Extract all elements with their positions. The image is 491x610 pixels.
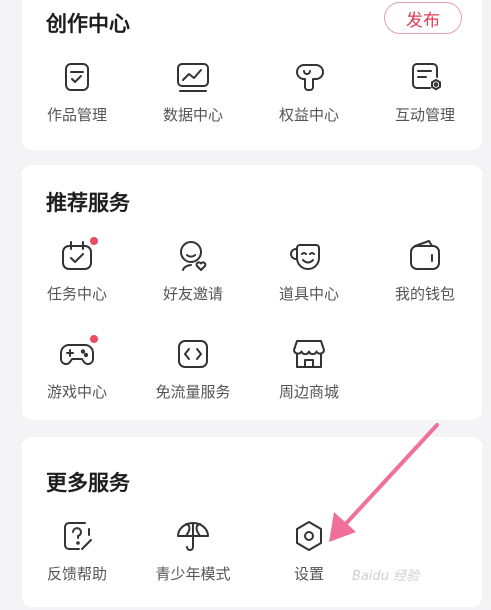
teen-mode-item[interactable]: 青少年模式 (138, 517, 248, 587)
props-center-label: 道具中心 (278, 285, 339, 303)
recommended-services-title: 推荐服务 (46, 191, 130, 215)
interaction-manage-icon (406, 58, 444, 96)
merch-store-label: 周边商城 (278, 383, 339, 401)
props-mask-icon (290, 237, 328, 275)
game-center-item[interactable]: 游戏中心 (22, 335, 132, 405)
interaction-manage-item[interactable]: 互动管理 (370, 58, 480, 128)
baidu-watermark: Baidu 经验 (352, 569, 420, 584)
invite-friend-item[interactable]: 好友邀请 (138, 237, 248, 307)
creation-center-card: 创作中心 发布 作品管理 数据中心 权益中心 互动管理 (22, 0, 482, 150)
free-data-icon (174, 335, 212, 373)
benefits-center-item[interactable]: 权益中心 (254, 58, 364, 128)
data-center-item[interactable]: 数据中心 (138, 58, 248, 128)
task-badge-dot (90, 237, 98, 245)
more-services-title: 更多服务 (46, 471, 130, 495)
umbrella-icon (174, 517, 212, 555)
free-data-service-label: 免流量服务 (155, 383, 231, 401)
data-center-label: 数据中心 (162, 106, 223, 124)
store-icon (290, 335, 328, 373)
free-data-service-item[interactable]: 免流量服务 (138, 335, 248, 405)
data-chart-icon (174, 58, 212, 96)
feedback-help-icon (58, 517, 96, 555)
creation-center-title: 创作中心 (46, 12, 130, 36)
settings-hexagon-icon (290, 517, 328, 555)
interaction-manage-label: 互动管理 (394, 106, 455, 124)
wallet-item[interactable]: 我的钱包 (370, 237, 480, 307)
task-calendar-icon (58, 237, 98, 275)
merch-store-item[interactable]: 周边商城 (254, 335, 364, 405)
wallet-label: 我的钱包 (394, 285, 455, 303)
works-manage-item[interactable]: 作品管理 (22, 58, 132, 128)
invite-friend-label: 好友邀请 (162, 285, 223, 303)
settings-item[interactable]: 设置 (254, 517, 364, 587)
settings-label: 设置 (293, 565, 324, 583)
benefits-icon (290, 58, 328, 96)
gamepad-icon (58, 335, 98, 373)
works-manage-label: 作品管理 (46, 106, 107, 124)
invite-friend-icon (174, 237, 212, 275)
recommended-services-card: 推荐服务 任务中心 好友邀请 道具中心 我的钱包 游戏中心 免流量服务 周边商城 (22, 165, 482, 420)
benefits-center-label: 权益中心 (278, 106, 339, 124)
teen-mode-label: 青少年模式 (155, 565, 231, 583)
props-center-item[interactable]: 道具中心 (254, 237, 364, 307)
task-center-label: 任务中心 (46, 285, 107, 303)
works-manage-icon (58, 58, 96, 96)
publish-button[interactable]: 发布 (384, 2, 462, 34)
task-center-item[interactable]: 任务中心 (22, 237, 132, 307)
game-badge-dot (90, 335, 98, 343)
feedback-help-item[interactable]: 反馈帮助 (22, 517, 132, 587)
feedback-help-label: 反馈帮助 (46, 565, 107, 583)
game-center-label: 游戏中心 (46, 383, 107, 401)
wallet-icon (406, 237, 444, 275)
